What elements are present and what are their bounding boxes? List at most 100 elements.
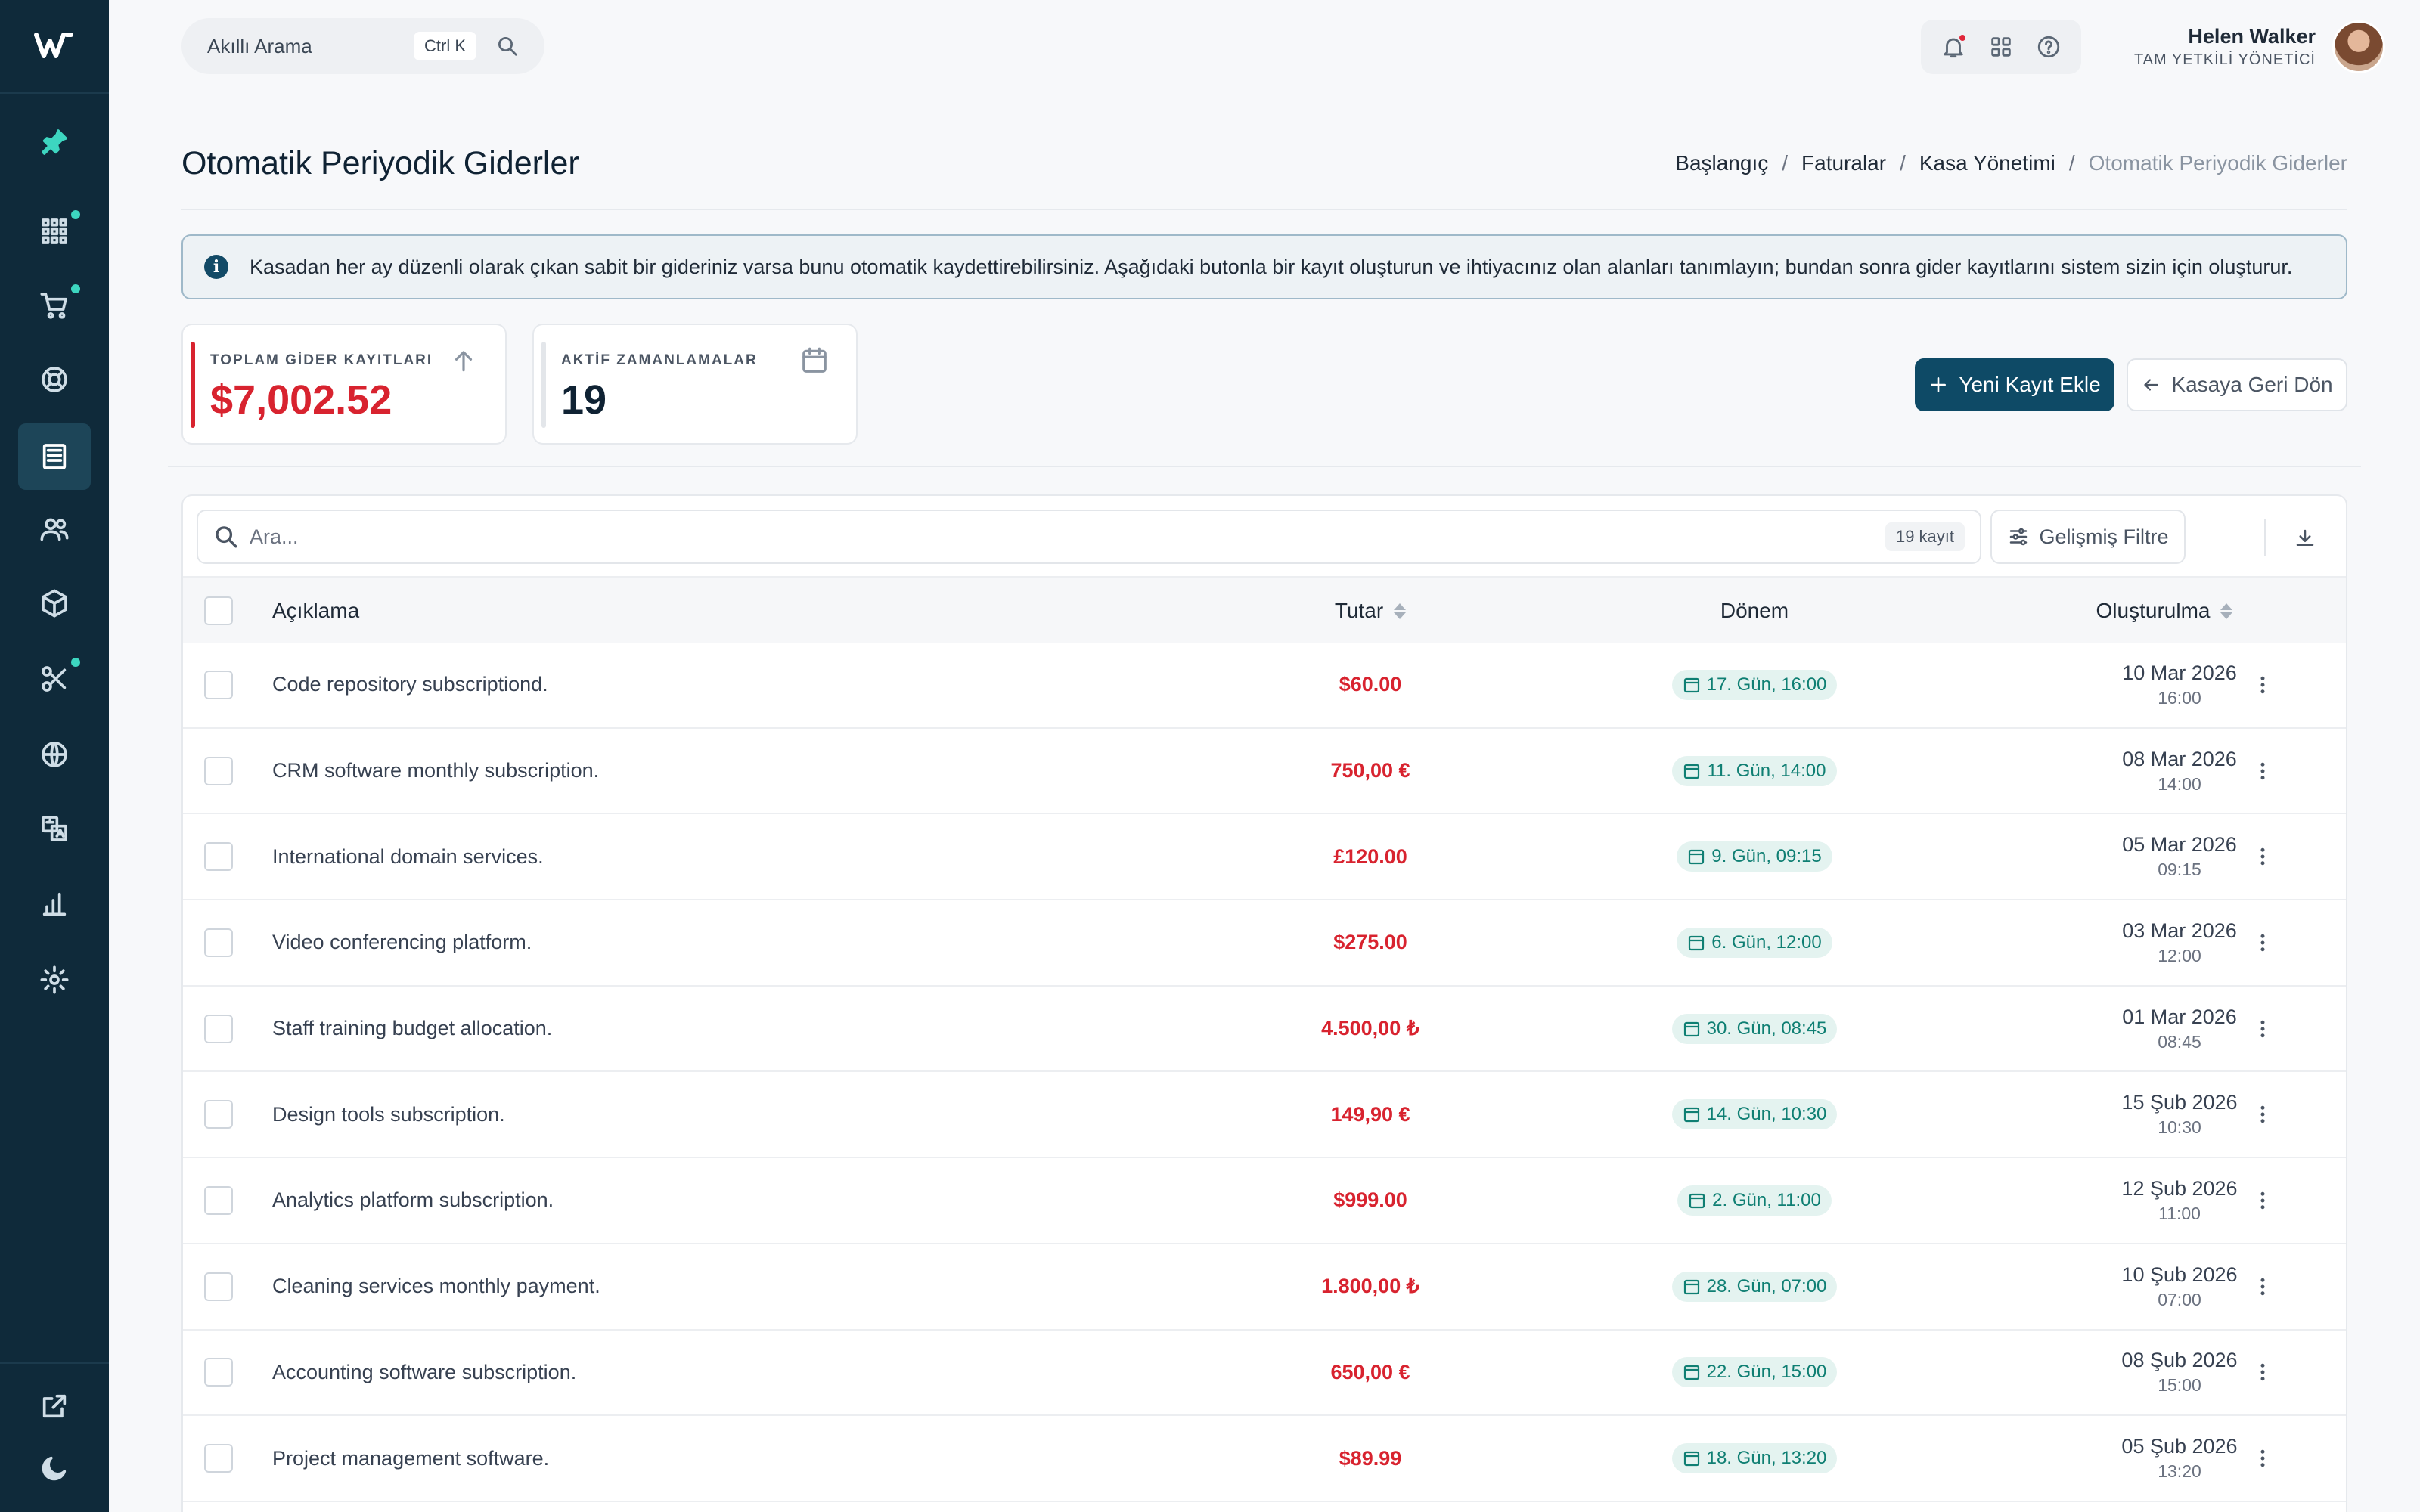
table-row[interactable]: CRM software monthly subscription. 750,0… — [183, 729, 2346, 815]
help-button[interactable] — [2034, 32, 2064, 62]
period-badge: 22. Gün, 15:00 — [1671, 1357, 1838, 1388]
period-badge: 14. Gün, 10:30 — [1671, 1099, 1838, 1130]
download-button[interactable] — [2290, 523, 2320, 553]
advanced-filter-label: Gelişmiş Filtre — [2039, 525, 2169, 548]
table-row[interactable]: Design tools subscription. 149,90 € 14. … — [183, 1072, 2346, 1159]
table-header: Açıklama Tutar Dönem Oluşturulma — [183, 576, 2346, 643]
sidebar-item-support[interactable] — [18, 346, 91, 413]
row-actions-button[interactable] — [2225, 1416, 2301, 1501]
row-description: Code repository subscriptiond. — [272, 673, 548, 696]
table-row[interactable]: Project management software. $89.99 18. … — [183, 1416, 2346, 1502]
sliders-icon — [2010, 528, 2028, 546]
row-select-cell — [204, 1416, 233, 1501]
column-created[interactable]: Oluşturulma — [1983, 578, 2346, 644]
search-icon — [216, 526, 237, 548]
select-all-checkbox[interactable] — [204, 596, 233, 625]
sidebar-item-tools[interactable] — [18, 646, 91, 712]
row-checkbox[interactable] — [204, 1185, 233, 1215]
row-actions-button[interactable] — [2225, 987, 2301, 1071]
breadcrumb-home[interactable]: Başlangıç — [1675, 151, 1768, 175]
calendar-icon — [1683, 677, 1699, 692]
table-row[interactable]: Staff training budget allocation. 4.500,… — [183, 987, 2346, 1073]
sidebar-item-reports[interactable] — [18, 871, 91, 937]
row-checkbox[interactable] — [204, 1272, 233, 1301]
row-checkbox[interactable] — [204, 1014, 233, 1043]
row-actions-button[interactable] — [2225, 814, 2301, 899]
advanced-filter-button[interactable]: Gelişmiş Filtre — [1990, 510, 2186, 564]
row-actions-button[interactable] — [2225, 729, 2301, 813]
row-select-cell — [204, 987, 233, 1071]
notifications-button[interactable] — [1938, 32, 1969, 62]
row-actions-button[interactable] — [2225, 1158, 2301, 1243]
column-label: Oluşturulma — [2096, 599, 2211, 622]
row-description: International domain services. — [272, 844, 544, 868]
page-title: Otomatik Periyodik Giderler — [182, 145, 579, 181]
row-checkbox[interactable] — [204, 756, 233, 785]
sidebar-item-settings[interactable] — [18, 947, 91, 1013]
row-checkbox[interactable] — [204, 1444, 233, 1473]
table-row[interactable]: Video conferencing platform. $275.00 6. … — [183, 900, 2346, 987]
created-date: 05 Şub 2026 — [2121, 1435, 2238, 1458]
column-amount[interactable]: Tutar — [1189, 578, 1552, 644]
row-checkbox[interactable] — [204, 1358, 233, 1387]
sort-icon[interactable] — [1394, 603, 1407, 619]
invoice-icon — [42, 444, 67, 469]
select-all-cell — [204, 578, 233, 644]
column-description[interactable]: Açıklama — [272, 578, 359, 644]
row-period-cell: 9. Gün, 09:15 — [1573, 814, 1936, 899]
more-vertical-icon — [2260, 1106, 2265, 1123]
calendar-icon — [1684, 764, 1700, 779]
row-checkbox[interactable] — [204, 842, 233, 872]
table-row[interactable]: Analytics platform subscription. $999.00… — [183, 1158, 2346, 1244]
apps-button[interactable] — [1986, 32, 2016, 62]
table-search: 19 kayıt — [197, 510, 1981, 564]
sidebar-item-apps[interactable] — [18, 198, 91, 265]
breadcrumb-cash[interactable]: Kasa Yönetimi — [1919, 151, 2055, 175]
period-text: 17. Gün, 16:00 — [1706, 674, 1827, 695]
period-text: 9. Gün, 09:15 — [1711, 846, 1822, 867]
table-row[interactable]: Code repository subscriptiond. $60.00 17… — [183, 643, 2346, 729]
row-actions-button[interactable] — [2225, 900, 2301, 985]
sidebar-item-users[interactable] — [18, 496, 91, 562]
breadcrumb-invoices[interactable]: Faturalar — [1801, 151, 1886, 175]
arrow-up-icon — [455, 351, 473, 372]
sidebar-item-domains[interactable] — [18, 721, 91, 788]
created-date: 05 Mar 2026 — [2122, 833, 2237, 857]
arrow-left-icon — [2144, 379, 2159, 391]
created-time: 10:30 — [2158, 1117, 2201, 1138]
sidebar-item-pinned[interactable] — [18, 109, 91, 175]
sidebar-item-shop[interactable] — [18, 272, 91, 339]
sidebar-item-products[interactable] — [18, 570, 91, 637]
user-menu[interactable]: Helen Walker TAM YETKİLİ YÖNETİCİ — [2134, 18, 2385, 76]
stat-active-schedules: AKTİF ZAMANLAMALAR 19 — [532, 324, 858, 445]
sort-icon[interactable] — [2220, 603, 2233, 619]
notification-dot — [71, 210, 80, 219]
sidebar-item-translate[interactable] — [18, 795, 91, 862]
table-search-input[interactable] — [250, 525, 1885, 549]
sidebar-item-invoices[interactable] — [18, 423, 91, 490]
table-row[interactable]: Accounting software subscription. 650,00… — [183, 1331, 2346, 1417]
table-row[interactable]: International domain services. £120.00 9… — [183, 814, 2346, 901]
row-actions-button[interactable] — [2225, 1244, 2301, 1329]
row-select-cell — [204, 729, 233, 813]
column-label: Açıklama — [272, 599, 360, 622]
back-to-cash-button[interactable]: Kasaya Geri Dön — [2127, 358, 2347, 411]
table-row[interactable]: Cleaning services monthly payment. 1.800… — [183, 1244, 2346, 1331]
created-time: 09:15 — [2158, 860, 2201, 880]
row-actions-button[interactable] — [2225, 1072, 2301, 1157]
theme-toggle[interactable] — [18, 1435, 91, 1501]
row-checkbox[interactable] — [204, 670, 233, 699]
row-actions-button[interactable] — [2225, 643, 2301, 727]
add-record-button[interactable]: Yeni Kayıt Ekle — [1915, 358, 2114, 411]
row-checkbox[interactable] — [204, 928, 233, 957]
row-amount: 149,90 € — [1330, 1102, 1410, 1126]
app-logo[interactable] — [30, 21, 79, 70]
avatar[interactable] — [2332, 20, 2385, 73]
created-time: 15:00 — [2158, 1375, 2201, 1396]
smart-search[interactable]: Akıllı Arama Ctrl K — [182, 18, 544, 74]
row-description: Project management software. — [272, 1446, 550, 1470]
row-checkbox[interactable] — [204, 1100, 233, 1129]
pin-icon — [42, 129, 67, 155]
sidebar-item-external[interactable] — [18, 1373, 91, 1439]
row-actions-button[interactable] — [2225, 1331, 2301, 1415]
